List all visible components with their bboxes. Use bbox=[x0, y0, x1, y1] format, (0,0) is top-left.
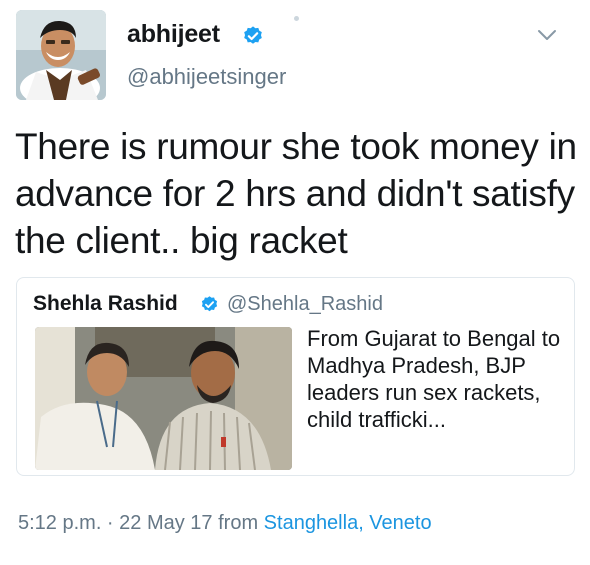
author-handle[interactable]: @abhijeetsinger bbox=[127, 64, 286, 90]
verified-badge-icon bbox=[244, 26, 262, 44]
tweet-text: There is rumour she took money in advanc… bbox=[15, 126, 577, 261]
quoted-display-name: Shehla Rashid bbox=[33, 292, 178, 315]
place-link[interactable]: Stanghella, Veneto bbox=[264, 512, 432, 534]
quoted-media-image[interactable] bbox=[35, 327, 292, 470]
chevron-down-icon[interactable] bbox=[535, 26, 559, 44]
decorative-dot bbox=[294, 16, 299, 21]
from-label: from bbox=[218, 512, 259, 534]
quoted-handle: @Shehla_Rashid bbox=[227, 293, 383, 315]
timestamp[interactable]: 5:12 p.m. · 22 May 17 bbox=[18, 512, 213, 534]
tweet: abhijeet @abhijeetsinger There is rumour… bbox=[0, 0, 590, 565]
avatar[interactable] bbox=[16, 10, 106, 100]
tweet-metadata: 5:12 p.m. · 22 May 17 from Stanghella, V… bbox=[18, 512, 432, 535]
photo bbox=[35, 327, 292, 470]
verified-badge-icon bbox=[201, 296, 218, 312]
quoted-tweet[interactable]: Shehla Rashid @Shehla_Rashid From Gujara… bbox=[16, 277, 575, 476]
avatar-image bbox=[16, 10, 106, 100]
quoted-tweet-text: From Gujarat to Bengal to Madhya Pradesh… bbox=[307, 326, 561, 432]
author-display-name[interactable]: abhijeet bbox=[127, 20, 220, 49]
